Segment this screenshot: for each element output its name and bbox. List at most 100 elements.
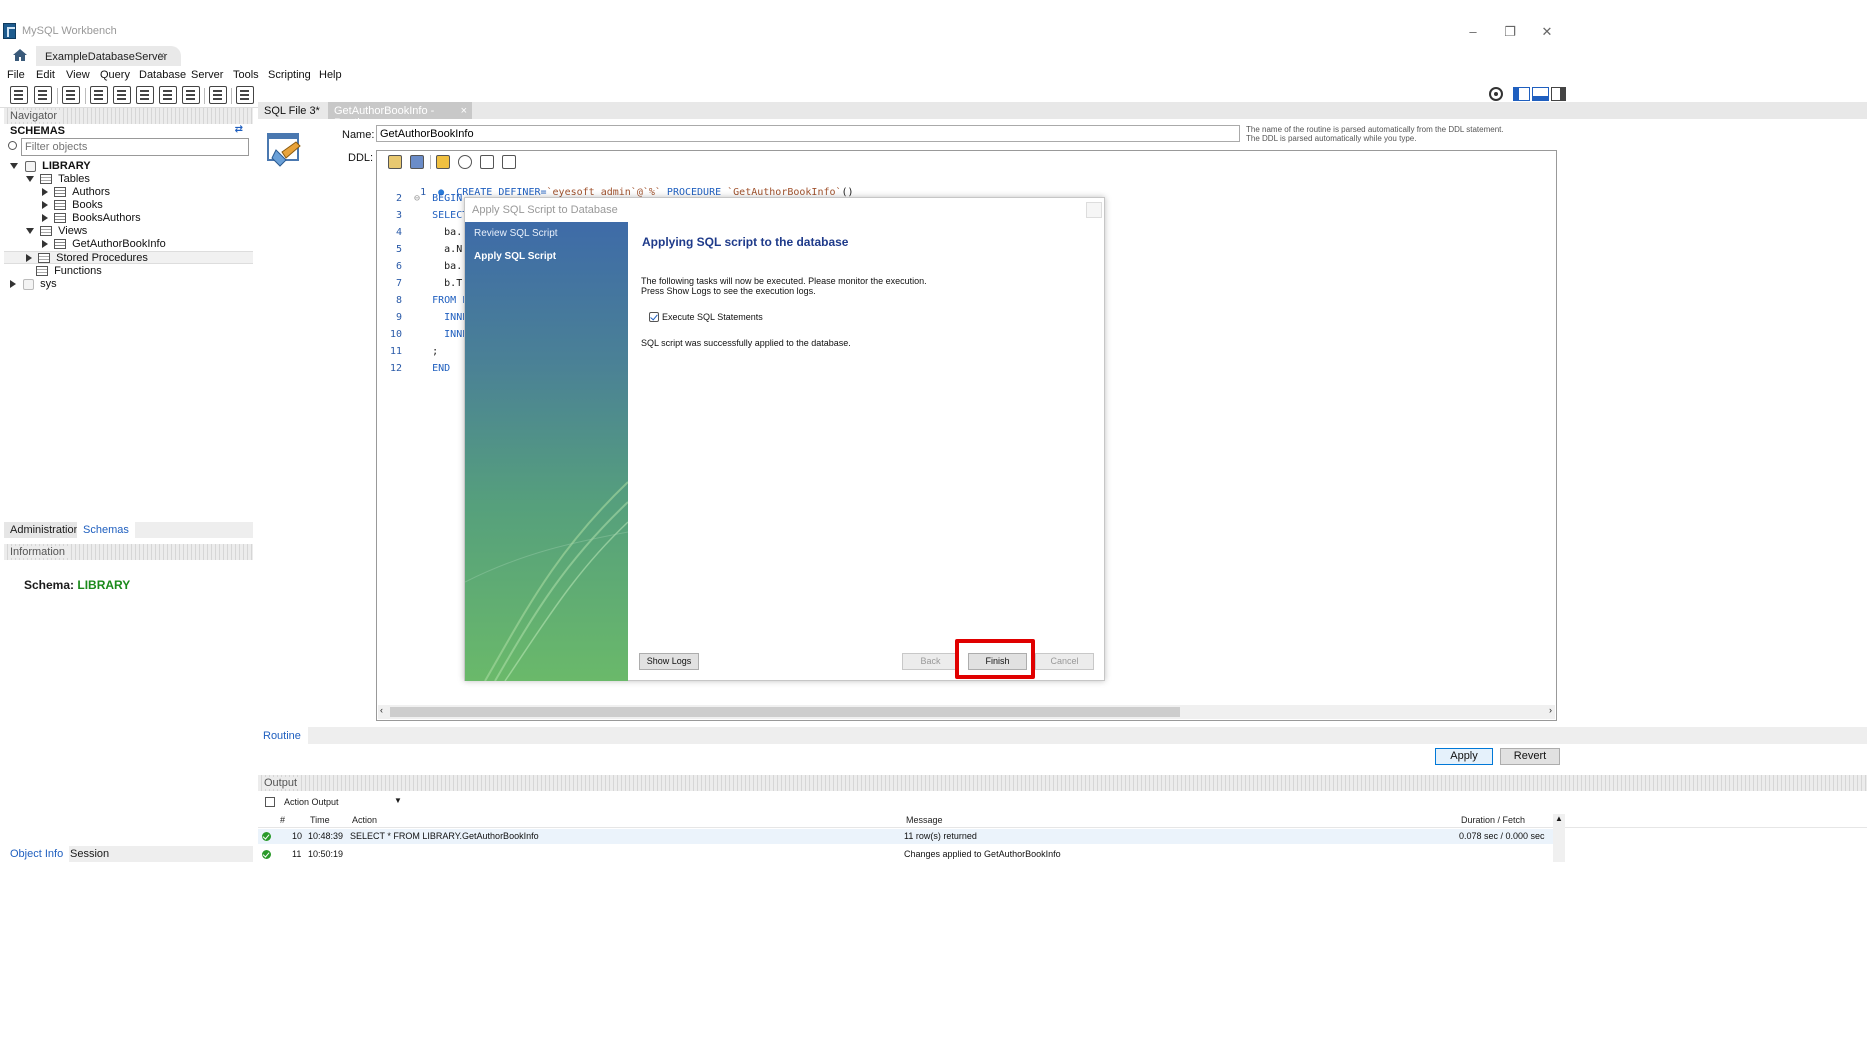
scroll-up-icon[interactable]: ▲ xyxy=(1555,814,1563,823)
refresh-schemas-icon[interactable]: ⇄ xyxy=(235,124,243,135)
create-table-icon[interactable] xyxy=(113,86,131,104)
toggle-output-icon[interactable] xyxy=(1532,87,1549,101)
tab-routine-bottom[interactable]: Routine xyxy=(258,727,308,744)
code-line-12: 12 END xyxy=(389,363,451,374)
search-table-data-icon[interactable] xyxy=(209,86,227,104)
close-tab-icon[interactable]: × xyxy=(461,105,467,117)
tab-administration[interactable]: Administration xyxy=(4,522,86,538)
cancel-button[interactable]: Cancel xyxy=(1035,653,1094,670)
menu-scripting[interactable]: Scripting xyxy=(268,69,311,81)
procedures-folder-icon xyxy=(38,253,51,264)
tab-schemas[interactable]: Schemas xyxy=(77,522,135,538)
routine-name-input[interactable] xyxy=(376,125,1240,142)
row-message: Changes applied to GetAuthorBookInfo xyxy=(904,849,1061,859)
open-sql-script-icon[interactable] xyxy=(34,86,52,104)
home-icon[interactable] xyxy=(12,48,28,62)
success-icon xyxy=(262,832,271,841)
expand-arrow-icon[interactable] xyxy=(42,201,48,210)
invisible-chars-icon[interactable] xyxy=(480,155,494,169)
create-view-icon[interactable] xyxy=(136,86,154,104)
close-window-button[interactable]: ✕ xyxy=(1524,18,1570,46)
word-wrap-icon[interactable] xyxy=(502,155,516,169)
tree-item-library[interactable]: LIBRARY xyxy=(10,160,91,173)
revert-button[interactable]: Revert xyxy=(1500,748,1560,765)
expand-arrow-icon[interactable] xyxy=(10,163,18,170)
step-apply-sql-script: Apply SQL Script xyxy=(474,251,557,262)
menu-database[interactable]: Database xyxy=(139,69,186,81)
toggle-sidebar-icon[interactable] xyxy=(1513,87,1530,101)
scroll-left-icon[interactable]: ‹ xyxy=(380,705,383,715)
create-function-icon[interactable] xyxy=(182,86,200,104)
table-row[interactable]: 10 10:48:39 SELECT * FROM LIBRARY.GetAut… xyxy=(258,829,1553,844)
open-file-icon[interactable] xyxy=(388,155,402,169)
back-button[interactable]: Back xyxy=(902,653,959,670)
tree-item-tables[interactable]: Tables xyxy=(26,173,90,186)
tab-sql-file[interactable]: SQL File 3* xyxy=(258,102,326,119)
tree-item-books[interactable]: Books xyxy=(42,199,103,212)
scroll-right-icon[interactable]: › xyxy=(1549,705,1552,715)
tree-item-authors[interactable]: Authors xyxy=(42,186,110,199)
tables-folder-icon xyxy=(40,174,53,185)
expand-arrow-icon[interactable] xyxy=(42,188,48,197)
output-selector[interactable]: Action Output xyxy=(284,797,339,807)
filter-objects-input[interactable] xyxy=(21,138,249,156)
create-schema-icon[interactable] xyxy=(90,86,108,104)
table-icon xyxy=(54,187,67,198)
dropdown-arrow-icon[interactable]: ▼ xyxy=(394,796,402,805)
tree-label: Views xyxy=(58,225,88,237)
toggle-secondary-sidebar-icon[interactable] xyxy=(1551,87,1566,101)
menu-query[interactable]: Query xyxy=(100,69,130,81)
expand-arrow-icon[interactable] xyxy=(10,280,16,289)
menu-tools[interactable]: Tools xyxy=(233,69,259,81)
show-logs-button[interactable]: Show Logs xyxy=(639,653,699,670)
tree-item-functions[interactable]: Functions xyxy=(36,265,102,278)
code-line-9: 9 INNE xyxy=(395,312,469,323)
beautify-icon[interactable] xyxy=(436,155,450,169)
tree-label: Books xyxy=(72,199,103,211)
dialog-close-button[interactable] xyxy=(1086,202,1102,218)
settings-gear-icon[interactable] xyxy=(1488,86,1504,102)
expand-arrow-icon[interactable] xyxy=(42,214,48,223)
close-tab-icon[interactable]: × xyxy=(159,50,165,62)
save-file-icon[interactable] xyxy=(410,155,424,169)
scrollbar-thumb[interactable] xyxy=(390,707,1180,717)
copy-output-icon[interactable] xyxy=(265,797,275,807)
tree-item-stored-procedures[interactable]: Stored Procedures xyxy=(4,251,253,264)
output-vertical-scrollbar[interactable]: ▲ xyxy=(1553,814,1565,862)
tree-item-sys[interactable]: sys xyxy=(10,278,57,291)
inspector-icon[interactable] xyxy=(62,86,80,104)
apply-button[interactable]: Apply xyxy=(1435,748,1493,765)
menu-edit[interactable]: Edit xyxy=(36,69,55,81)
create-procedure-icon[interactable] xyxy=(159,86,177,104)
dialog-title: Apply SQL Script to Database xyxy=(472,204,618,216)
table-row[interactable]: 11 10:50:19 Changes applied to GetAuthor… xyxy=(258,847,1553,862)
tree-item-views[interactable]: Views xyxy=(26,225,87,238)
tree-label: GetAuthorBookInfo xyxy=(72,238,166,250)
menu-file[interactable]: File xyxy=(7,69,25,81)
tab-object-info[interactable]: Object Info xyxy=(4,846,70,862)
tab-session[interactable]: Session xyxy=(64,846,115,862)
menu-view[interactable]: View xyxy=(66,69,90,81)
menu-server[interactable]: Server xyxy=(191,69,223,81)
find-icon[interactable] xyxy=(458,155,472,169)
menu-help[interactable]: Help xyxy=(319,69,342,81)
code-line-2: 2 ⊖ BEGIN xyxy=(395,193,463,204)
connection-tab[interactable]: ExampleDatabaseServer × xyxy=(36,46,181,66)
col-duration: Duration / Fetch xyxy=(1461,815,1526,825)
code-line-8: 8 FROM L xyxy=(395,295,469,306)
horizontal-scrollbar[interactable]: ‹ › xyxy=(378,705,1555,719)
expand-arrow-icon[interactable] xyxy=(26,254,32,263)
tree-item-view-getauthorbookinfo[interactable]: GetAuthorBookInfo xyxy=(42,238,166,251)
new-sql-tab-icon[interactable] xyxy=(10,86,28,104)
expand-arrow-icon[interactable] xyxy=(42,240,48,249)
code-line-1: 1 ● CREATE DEFINER=`eyesoft_admin`@`%` P… xyxy=(420,187,854,198)
database-icon xyxy=(25,160,37,172)
output-header: Output xyxy=(258,775,1867,791)
success-icon xyxy=(262,850,271,859)
expand-arrow-icon[interactable] xyxy=(26,176,34,183)
tab-routine[interactable]: GetAuthorBookInfo - Routine × xyxy=(328,102,472,129)
toolbar-separator xyxy=(204,88,205,104)
expand-arrow-icon[interactable] xyxy=(26,228,34,235)
reconnect-icon[interactable] xyxy=(236,86,254,104)
tree-item-booksauthors[interactable]: BooksAuthors xyxy=(42,212,141,225)
